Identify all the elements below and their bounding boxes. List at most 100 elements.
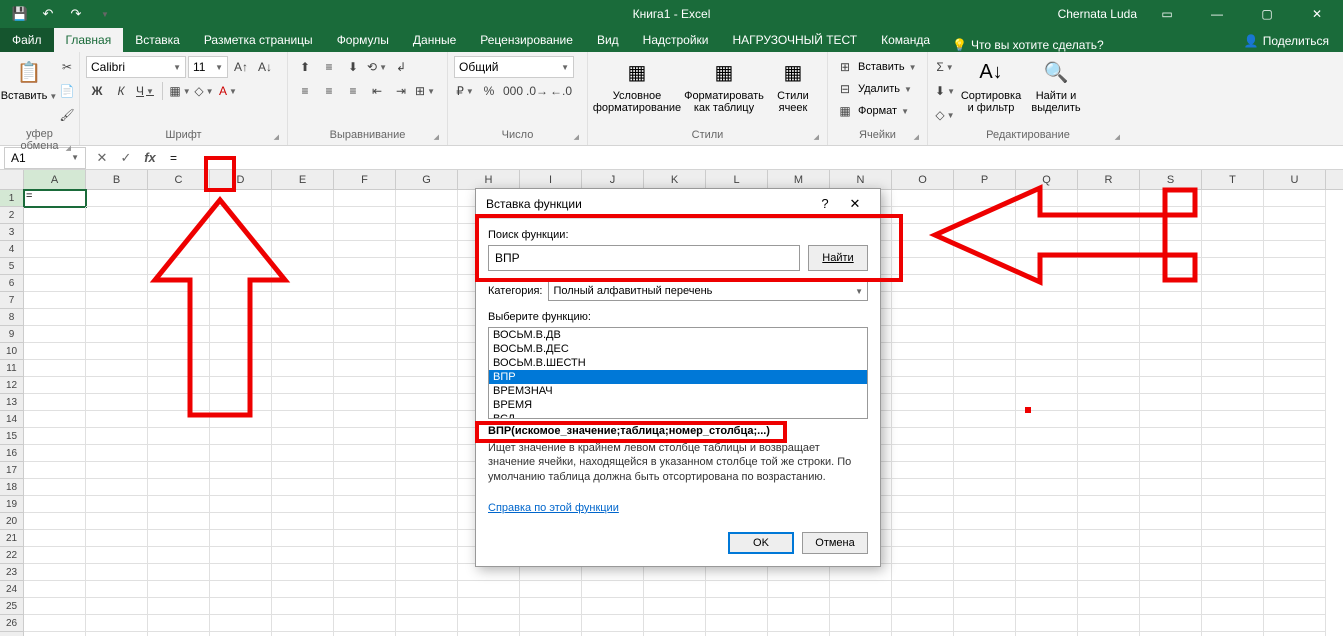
cell[interactable] [954,258,1016,275]
cell[interactable] [1016,428,1078,445]
cell[interactable] [272,547,334,564]
align-top-icon[interactable]: ⬆ [294,56,316,78]
comma-icon[interactable]: 000 [502,80,524,102]
cell[interactable] [1016,411,1078,428]
cell[interactable] [334,258,396,275]
cell[interactable] [1264,598,1326,615]
cell[interactable] [954,615,1016,632]
row-header-1[interactable]: 1 [0,190,24,207]
cell[interactable] [1140,360,1202,377]
cell[interactable] [334,309,396,326]
cell[interactable] [272,513,334,530]
cell[interactable] [892,309,954,326]
cell[interactable] [210,513,272,530]
function-item[interactable]: ВРЕМЯ [489,398,867,412]
col-header-S[interactable]: S [1140,170,1202,189]
cell[interactable] [272,377,334,394]
cell[interactable] [1202,377,1264,394]
cell[interactable] [1202,530,1264,547]
cell[interactable] [24,462,86,479]
cell[interactable] [1016,513,1078,530]
cell[interactable] [1202,581,1264,598]
cell[interactable] [1016,343,1078,360]
find-select-button[interactable]: 🔍Найти и выделить [1026,56,1086,114]
cell[interactable] [334,581,396,598]
cell[interactable] [148,326,210,343]
cell[interactable] [1264,275,1326,292]
cell[interactable] [892,547,954,564]
cell[interactable] [1140,547,1202,564]
col-header-P[interactable]: P [954,170,1016,189]
cell[interactable] [954,462,1016,479]
cell[interactable] [954,275,1016,292]
cell[interactable] [1140,394,1202,411]
shrink-font-icon[interactable]: A↓ [254,56,276,78]
cell[interactable] [24,530,86,547]
ribbon-options-icon[interactable]: ▭ [1147,0,1187,28]
cell[interactable] [86,530,148,547]
cell[interactable] [148,360,210,377]
select-all-corner[interactable] [0,170,24,189]
cell[interactable] [1202,513,1264,530]
cell[interactable] [1078,564,1140,581]
cell[interactable] [954,207,1016,224]
cell[interactable] [1078,547,1140,564]
cell[interactable] [396,564,458,581]
cell[interactable] [210,190,272,207]
cell[interactable] [954,343,1016,360]
col-header-G[interactable]: G [396,170,458,189]
cell[interactable] [210,207,272,224]
cell[interactable] [210,326,272,343]
cell[interactable] [86,479,148,496]
format-cells-button[interactable]: ▦Формат▼ [834,100,909,122]
cell[interactable] [396,462,458,479]
cell[interactable] [1016,207,1078,224]
cell[interactable] [1140,462,1202,479]
align-left-icon[interactable]: ≡ [294,80,316,102]
cell[interactable] [892,428,954,445]
cell[interactable] [396,258,458,275]
cell[interactable] [1202,564,1264,581]
cell[interactable] [148,292,210,309]
cell[interactable] [1140,428,1202,445]
function-item[interactable]: ВОСЬМ.В.ШЕСТН [489,356,867,370]
cell[interactable] [1202,224,1264,241]
tab-review[interactable]: Рецензирование [468,28,585,52]
col-header-O[interactable]: O [892,170,954,189]
row-header-2[interactable]: 2 [0,207,24,224]
cell[interactable] [334,479,396,496]
maximize-icon[interactable]: ▢ [1247,0,1287,28]
ok-button[interactable]: OK [728,532,794,554]
row-header-12[interactable]: 12 [0,377,24,394]
cell[interactable] [1140,530,1202,547]
cell[interactable] [892,275,954,292]
cell[interactable] [210,360,272,377]
cell[interactable] [1016,496,1078,513]
cell[interactable] [1078,530,1140,547]
cell[interactable] [1078,292,1140,309]
col-header-H[interactable]: H [458,170,520,189]
cell[interactable] [892,479,954,496]
col-header-T[interactable]: T [1202,170,1264,189]
cell[interactable] [830,598,892,615]
cell[interactable] [458,632,520,636]
cell[interactable] [86,360,148,377]
cell[interactable] [1264,445,1326,462]
cell[interactable] [148,394,210,411]
cell[interactable] [954,445,1016,462]
cell[interactable] [954,530,1016,547]
border-icon[interactable]: ▦▼ [169,80,191,102]
cell[interactable] [86,445,148,462]
cell[interactable] [1202,343,1264,360]
cell[interactable] [1016,479,1078,496]
cell[interactable] [954,513,1016,530]
cell[interactable] [1140,632,1202,636]
share-button[interactable]: 👤 Поделиться [1230,30,1343,52]
cell[interactable] [892,241,954,258]
cell[interactable] [954,581,1016,598]
cell[interactable] [334,377,396,394]
cell[interactable] [520,581,582,598]
cell[interactable] [892,496,954,513]
minimize-icon[interactable]: — [1197,0,1237,28]
cell[interactable] [148,207,210,224]
